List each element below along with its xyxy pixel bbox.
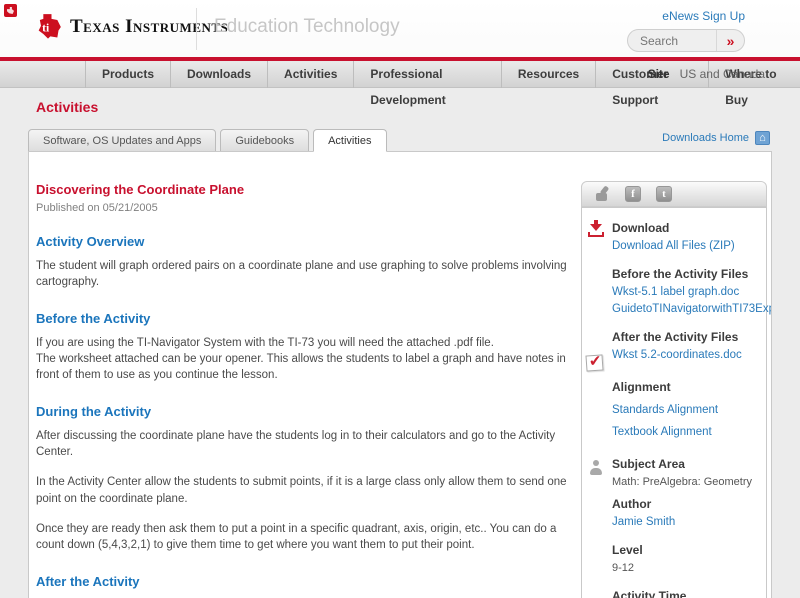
sidebar: f t ✔ Download Download All Files (ZIP) … [581,181,771,598]
site-label: Site [647,67,670,81]
tab-software-os-updates[interactable]: Software, OS Updates and Apps [28,129,217,152]
social-share-bar: f t [581,181,767,207]
nav-item-activities[interactable]: Activities [268,61,355,88]
brand-name: Texas Instruments [70,16,229,37]
ti-favicon-icon [4,4,17,17]
section-heading-before: Before the Activity [36,310,151,326]
nav-item-resources[interactable]: Resources [502,61,597,88]
before-file-link[interactable]: GuidetoTINavigatorwithTI73Explorer.pdf [612,303,771,315]
paragraph: If you are using the TI-Navigator System… [36,336,494,349]
after-files-heading: After the Activity Files [612,330,739,344]
download-panel: ✔ Download Download All Files (ZIP) Befo… [581,207,771,598]
ti-logo-icon: ti [38,14,61,39]
alignment-heading: Alignment [612,380,671,394]
before-file-link[interactable]: Wkst-5.1 label graph.doc [612,286,756,298]
published-date: Published on 05/21/2005 [36,202,158,214]
standards-alignment-link[interactable]: Standards Alignment [612,404,756,416]
svg-text:ti: ti [42,22,50,35]
section-heading-during: During the Activity [36,403,152,419]
division-title: Education Technology [214,16,400,37]
before-files-heading: Before the Activity Files [612,267,749,281]
download-all-link[interactable]: Download All Files (ZIP) [612,240,756,252]
subject-area-label: Subject Area [612,457,685,471]
paragraph: After discussing the coordinate plane ha… [36,429,556,458]
paragraph: Once they are ready then ask them to put… [36,522,557,552]
author-link[interactable]: Jamie Smith [612,516,756,528]
tab-row: Software, OS Updates and Apps Guidebooks… [28,128,772,152]
twitter-icon[interactable]: t [656,186,672,202]
paragraph: The student will graph ordered pairs on … [36,260,567,289]
checkmark-icon: ✔ [585,353,604,372]
home-icon[interactable]: ⌂ [755,131,770,145]
site-value: US and Canada [679,67,765,81]
nav-item-products[interactable]: Products [85,61,172,88]
subject-area-value: Math: PreAlgebra: Geometry [612,476,753,488]
textbook-alignment-link[interactable]: Textbook Alignment [612,426,756,438]
section-heading-after: After the Activity [36,573,140,589]
downloads-home-link[interactable]: Downloads Home [662,132,749,144]
tab-activities[interactable]: Activities [313,129,387,152]
author-label: Author [612,497,652,511]
author-icon [589,460,603,475]
paragraph: The worksheet attached can be your opene… [36,352,566,382]
site-selector[interactable]: Site US and Canada [648,61,765,87]
main-nav: Products Downloads Activities Profession… [0,61,800,107]
download-icon [588,220,605,237]
header-divider [196,8,197,50]
site-header: ti Texas Instruments Education Technolog… [0,0,800,57]
content-panel: Discovering the Coordinate Plane Publish… [28,151,772,598]
download-heading: Download [612,221,670,235]
enews-signup-link[interactable]: eNews Sign Up [662,9,745,23]
search-go-button[interactable]: » [716,30,744,51]
search-box[interactable]: » [627,29,745,52]
level-value: 9-12 [612,562,635,574]
downloads-home: Downloads Home ⌂ [662,131,770,145]
thumbs-up-icon[interactable] [594,186,610,202]
activity-time-label: Activity Time [612,589,687,598]
facebook-icon[interactable]: f [625,186,641,202]
nav-item-downloads[interactable]: Downloads [171,61,269,88]
go-chevrons-icon: » [726,32,735,49]
level-label: Level [612,543,643,557]
paragraph: In the Activity Center allow the student… [36,476,567,505]
tabs: Software, OS Updates and Apps Guidebooks… [28,129,391,152]
article: Discovering the Coordinate Plane Publish… [36,182,576,598]
article-title: Discovering the Coordinate Plane [36,182,245,197]
after-file-link[interactable]: Wkst 5.2-coordinates.doc [612,349,756,361]
nav-item-professional-development[interactable]: Professional Development [354,61,502,107]
search-input[interactable] [628,33,716,48]
section-heading-overview: Activity Overview [36,234,145,249]
tab-guidebooks[interactable]: Guidebooks [220,129,310,152]
brand-logo[interactable]: ti Texas Instruments [34,13,228,41]
